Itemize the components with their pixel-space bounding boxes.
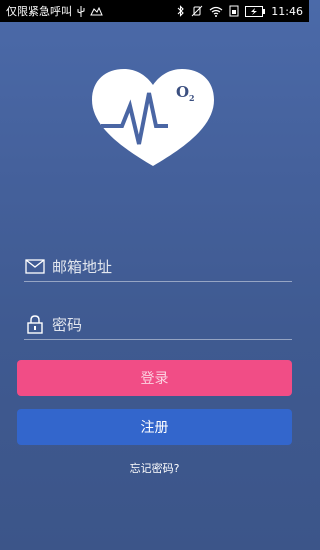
login-button[interactable]: 登录 (17, 360, 292, 396)
battery-charging-icon (245, 5, 266, 17)
oxygen-label: O (176, 83, 189, 101)
carrier-text: 仅限紧急呼叫 (6, 5, 72, 18)
vibrate-off-icon (191, 5, 203, 17)
email-field[interactable] (24, 252, 292, 282)
heart-pulse-icon: O 2 (92, 69, 214, 166)
notification-icon (90, 6, 103, 16)
register-button[interactable]: 注册 (17, 409, 292, 445)
oxygen-subscript: 2 (189, 93, 195, 103)
bluetooth-icon (177, 5, 185, 17)
app-logo: O 2 (86, 66, 220, 170)
lock-icon (24, 314, 46, 336)
sim-icon (229, 5, 239, 17)
forgot-password-link[interactable]: 忘记密码? (0, 460, 309, 476)
mail-icon (24, 256, 46, 278)
status-bar: 仅限紧急呼叫 11:46 (0, 0, 309, 22)
email-input[interactable] (52, 257, 272, 276)
password-field[interactable] (24, 310, 292, 340)
wifi-icon (209, 6, 223, 17)
clock: 11:46 (271, 4, 303, 18)
password-input[interactable] (52, 315, 272, 334)
usb-icon (77, 5, 85, 17)
